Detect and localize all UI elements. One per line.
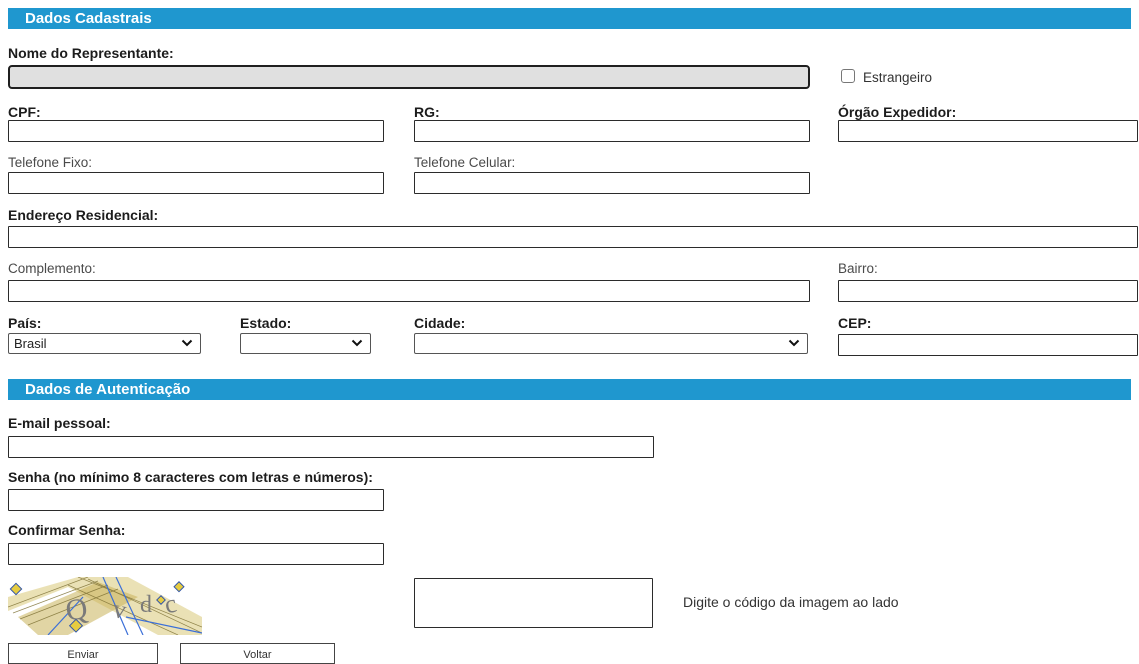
label-nome-representante: Nome do Representante:: [8, 45, 174, 61]
senha-input[interactable]: [8, 489, 384, 511]
rg-input[interactable]: [414, 120, 810, 142]
chevron-down-icon: [351, 339, 363, 347]
pais-select[interactable]: Brasil: [8, 333, 201, 354]
chevron-down-icon: [788, 339, 800, 347]
registration-form: Dados Cadastrais Nome do Representante: …: [0, 0, 1139, 664]
estrangeiro-checkbox[interactable]: [841, 69, 855, 83]
cpf-input[interactable]: [8, 120, 384, 142]
label-cpf: CPF:: [8, 104, 41, 120]
captcha-input[interactable]: [414, 578, 653, 628]
email-pessoal-input[interactable]: [8, 436, 654, 458]
confirmar-senha-input[interactable]: [8, 543, 384, 565]
section-header-dados-cadastrais: Dados Cadastrais: [8, 8, 1131, 29]
cep-input[interactable]: [838, 334, 1138, 356]
label-complemento: Complemento:: [8, 261, 96, 276]
telefone-celular-input[interactable]: [414, 172, 810, 194]
label-orgao-expedidor: Órgão Expedidor:: [838, 104, 957, 120]
estado-select[interactable]: [240, 333, 371, 354]
label-estado: Estado:: [240, 315, 292, 331]
label-telefone-fixo: Telefone Fixo:: [8, 155, 93, 170]
cidade-select[interactable]: [414, 333, 808, 354]
label-pais: País:: [8, 315, 42, 331]
enviar-button[interactable]: Enviar: [8, 643, 158, 664]
label-senha: Senha (no mínimo 8 caracteres com letras…: [8, 469, 373, 485]
label-estrangeiro: Estrangeiro: [863, 70, 933, 85]
label-rg: RG:: [414, 104, 440, 120]
pais-select-value: Brasil: [14, 336, 47, 351]
label-confirmar-senha: Confirmar Senha:: [8, 522, 126, 538]
label-bairro: Bairro:: [838, 261, 878, 276]
captcha-hint: Digite o código da imagem ao lado: [683, 594, 899, 610]
captcha-letter-d: d: [140, 592, 152, 618]
label-endereco-residencial: Endereço Residencial:: [8, 207, 159, 223]
complemento-input[interactable]: [8, 280, 810, 302]
endereco-residencial-input[interactable]: [8, 226, 1138, 248]
chevron-down-icon: [181, 339, 193, 347]
captcha-image: Q v d c: [8, 577, 202, 635]
label-telefone-celular: Telefone Celular:: [414, 155, 516, 170]
telefone-fixo-input[interactable]: [8, 172, 384, 194]
label-cidade: Cidade:: [414, 315, 466, 331]
label-email-pessoal: E-mail pessoal:: [8, 415, 111, 431]
bairro-input[interactable]: [838, 280, 1138, 302]
section-header-dados-autenticacao: Dados de Autenticação: [8, 379, 1131, 400]
orgao-expedidor-input[interactable]: [838, 120, 1138, 142]
voltar-button[interactable]: Voltar: [180, 643, 335, 664]
nome-representante-input[interactable]: [8, 65, 810, 89]
label-cep: CEP:: [838, 315, 872, 331]
